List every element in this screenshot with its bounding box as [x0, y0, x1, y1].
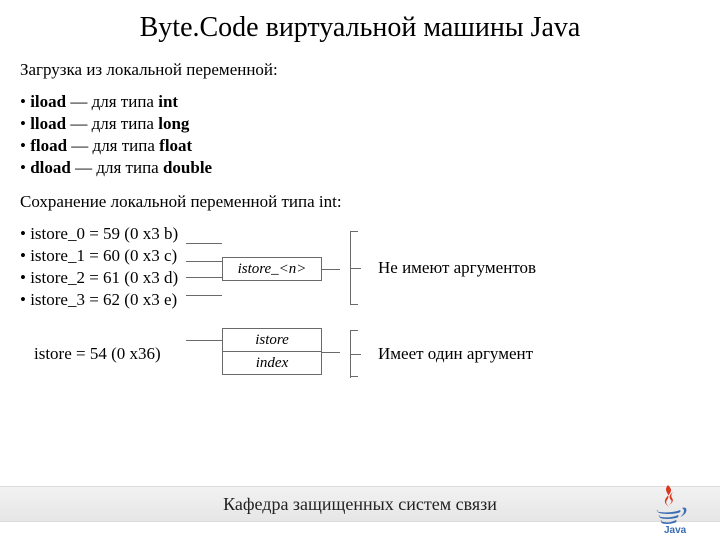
footer-text: Кафедра защищенных систем связи: [223, 494, 497, 515]
opcode: iload: [30, 92, 66, 111]
istore-n-list: • istore_0 = 59 (0 x3 b) • istore_1 = 60…: [20, 224, 200, 312]
type: long: [158, 114, 189, 133]
list-item: • istore_2 = 61 (0 x3 d): [20, 268, 200, 288]
type: float: [159, 136, 192, 155]
diagram-box-bottom: index: [222, 351, 322, 375]
opcode: lload: [30, 114, 66, 133]
slide-title: Byte.Code виртуальной машины Java: [20, 12, 700, 44]
section-load-title: Загрузка из локальной переменной:: [20, 60, 700, 80]
opcode: fload: [30, 136, 67, 155]
type: double: [163, 158, 212, 177]
istore-single: istore = 54 (0 x36): [20, 344, 200, 364]
brace-icon: [350, 328, 368, 380]
type: int: [158, 92, 178, 111]
java-logo-icon: Java: [640, 482, 702, 534]
diagram-istore: istore index: [210, 328, 340, 380]
diagram-box-top: istore: [222, 328, 322, 352]
list-item: • fload — для типа float: [20, 136, 700, 156]
list-item: • istore_3 = 62 (0 x3 e): [20, 290, 200, 310]
diagram-istore-n: istore_<n>: [210, 233, 340, 303]
caption-one-arg: Имеет один аргумент: [378, 344, 588, 364]
footer-bar: Кафедра защищенных систем связи: [0, 486, 720, 522]
section-store-title: Сохранение локальной переменной типа int…: [20, 192, 700, 212]
list-item: • lload — для типа long: [20, 114, 700, 134]
load-list: • iload — для типа int • lload — для тип…: [20, 92, 700, 178]
svg-text:Java: Java: [664, 525, 687, 534]
list-item: • iload — для типа int: [20, 92, 700, 112]
opcode: dload: [30, 158, 71, 177]
list-item: • istore_1 = 60 (0 x3 c): [20, 246, 200, 266]
list-item: • istore_0 = 59 (0 x3 b): [20, 224, 200, 244]
caption-no-args: Не имеют аргументов: [378, 258, 588, 278]
diagram-box: istore_<n>: [222, 257, 322, 281]
list-item: • dload — для типа double: [20, 158, 700, 178]
brace-icon: [350, 231, 368, 305]
